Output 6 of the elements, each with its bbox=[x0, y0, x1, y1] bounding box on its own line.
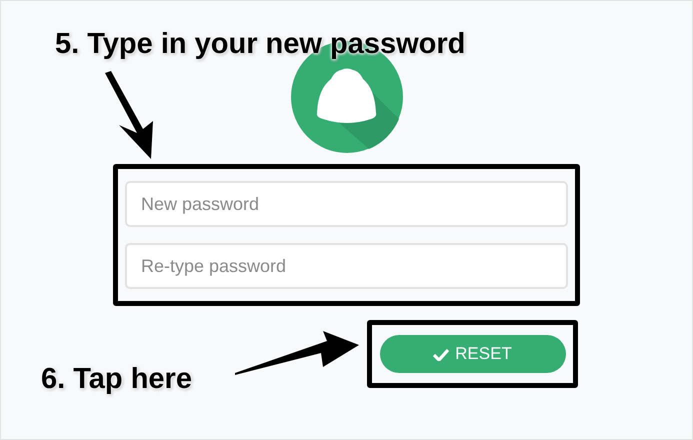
check-icon bbox=[433, 348, 450, 360]
password-field[interactable]: New password bbox=[125, 181, 568, 227]
instruction-label: 6. Tap here bbox=[41, 362, 192, 397]
instruction-label: 5. Type in your new password bbox=[55, 27, 466, 62]
password-field[interactable]: Re-type password bbox=[125, 243, 568, 289]
reset-button[interactable]: RESET bbox=[380, 335, 566, 373]
